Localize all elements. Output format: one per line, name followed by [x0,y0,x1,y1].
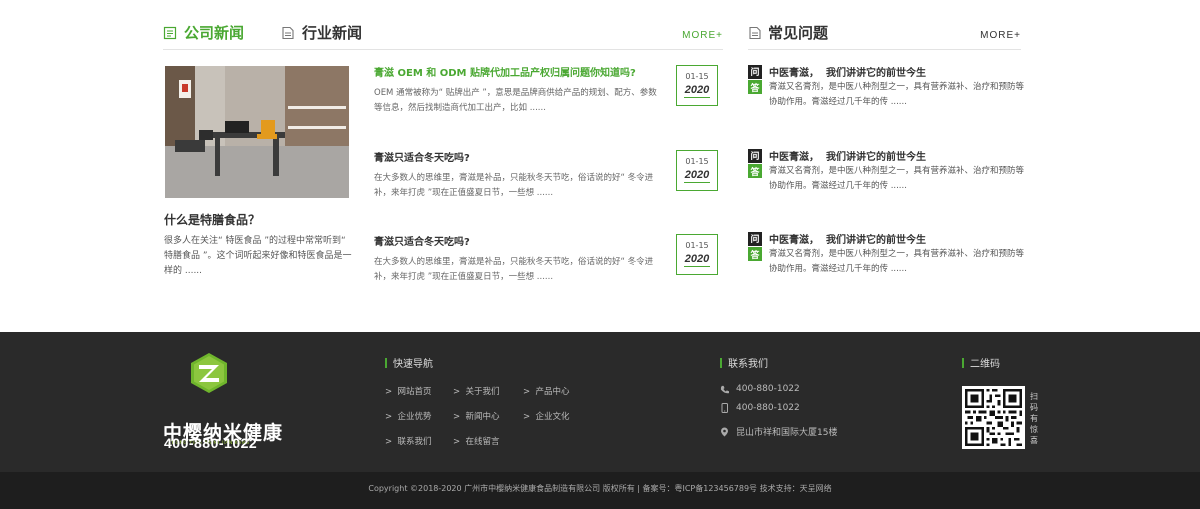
footer-nav-advantages[interactable]: > 企业优势 [385,410,432,422]
footer-nav-contact[interactable]: > 联系我们 [385,435,432,447]
mobile-icon [721,403,728,413]
faq-question[interactable]: 中医膏滋， 我们讲讲它的前世今生 [769,148,926,163]
contact-heading: 联系我们 [720,355,768,370]
contact-title: 联系我们 [728,359,768,370]
tab-industry-news-label: 行业新闻 [302,24,363,42]
date-year: 2020 [677,169,717,183]
nav-label: 网站首页 [397,387,432,397]
nav-label: 产品中心 [535,387,570,397]
footer-nav-home[interactable]: > 网站首页 [385,385,432,397]
contact-phone-1-text: 400-880-1022 [736,384,800,394]
faq-item[interactable]: 问 中医膏滋， 我们讲讲它的前世今生 答 膏滋又名膏剂，是中医八种剂型之一，具有… [748,148,1025,218]
phone-icon [720,385,729,393]
qr-title: 二维码 [970,359,1000,370]
date-month-day: 01-15 [685,241,709,250]
tab-industry-news[interactable]: 行业新闻 [281,22,362,43]
nav-label: 企业文化 [535,412,570,422]
news-list-item[interactable]: 膏滋 OEM 和 ODM 贴牌代加工品产权归属问题你知道吗? OEM 通常被称为… [374,64,719,124]
answer-badge: 答 [748,80,762,94]
faq-title: 常见问题 [768,24,829,42]
document-icon [749,26,761,39]
heading-bar [385,357,387,368]
date-month-day: 01-15 [685,157,709,166]
contact-phone-2-text: 400-880-1022 [736,403,800,413]
faq-title-wrap: 常见问题 [748,22,828,43]
answer-badge: 答 [748,164,762,178]
hotline-number: 400-880-1022 [164,435,258,451]
faq-header: 常见问题 MORE+ [748,22,1021,50]
question-badge: 问 [748,64,762,79]
faq-answer: 膏滋又名膏剂，是中医八种剂型之一，具有营养滋补、治疗和预防等协助作用。膏滋经过几… [769,82,1025,107]
copyright-text: Copyright ©2018-2020 广州市中樱纳米健康食品制造有限公司 版… [368,484,832,493]
qr-code-icon [965,389,1022,446]
office-photo [165,66,349,198]
faq-answer: 膏滋又名膏剂，是中医八种剂型之一，具有营养滋补、治疗和预防等协助作用。膏滋经过几… [769,166,1025,191]
news-item-summary: OEM 通常被称为“ 贴牌出产 ”，意思是品牌商供给产品的规划、配方、参数等信息… [374,88,657,113]
footer-nav-products[interactable]: > 产品中心 [523,385,570,397]
date-year: 2020 [677,84,717,98]
news-item-title[interactable]: 膏滋只适合冬天吃吗? [374,233,470,248]
faq-answer: 膏滋又名膏剂，是中医八种剂型之一，具有营养滋补、治疗和预防等协助作用。膏滋经过几… [769,249,1025,274]
footer-nav-about[interactable]: > 关于我们 [453,385,500,397]
footer-nav-culture[interactable]: > 企业文化 [523,410,570,422]
quick-nav-heading: 快速导航 [385,355,433,370]
tab-company-news[interactable]: 公司新闻 [163,22,244,43]
news-item-date: 01-15 2020 [676,150,718,191]
copyright-bar: Copyright ©2018-2020 广州市中樱纳米健康食品制造有限公司 版… [0,472,1200,509]
featured-news-summary: 很多人在关注“ 特医食品 ”的过程中常常听到“ 特膳食品 ”。这个词听起来好像和… [164,236,352,276]
faq-item[interactable]: 问 中医膏滋， 我们讲讲它的前世今生 答 膏滋又名膏剂，是中医八种剂型之一，具有… [748,64,1025,134]
document-icon [163,26,177,39]
news-item-summary: 在大多数人的思维里，膏滋是补品，只能秋冬天节吃，俗话说的好“ 冬令进补，来年打虎… [374,173,654,198]
qr-code [962,386,1025,449]
tab-company-news-label: 公司新闻 [184,24,245,42]
heading-bar [720,357,722,368]
news-list-item[interactable]: 膏滋只适合冬天吃吗? 在大多数人的思维里，膏滋是补品，只能秋冬天节吃，俗话说的好… [374,233,719,293]
faq-question-row[interactable]: 问 中医膏滋， 我们讲讲它的前世今生 [748,148,926,163]
question-badge: 问 [748,231,762,246]
document-icon [282,26,294,39]
news-section: 公司新闻 行业新闻 MORE+ 什么是特膳食品？ 很多人在关注“ 特医食品 ”的… [0,0,1200,332]
qr-heading: 二维码 [962,355,1000,370]
news-item-date: 01-15 2020 [676,234,718,275]
news-item-date: 01-15 2020 [676,65,718,106]
news-item-summary: 在大多数人的思维里，膏滋是补品，只能秋冬天节吃，俗话说的好“ 冬令进补，来年打虎… [374,257,654,282]
qr-note: 扫码有惊喜 [1030,392,1038,445]
heading-bar [962,357,964,368]
nav-label: 新闻中心 [465,412,500,422]
date-month-day: 01-15 [685,72,709,81]
footer-nav-message[interactable]: > 在线留言 [453,435,500,447]
news-more-link[interactable]: MORE+ [682,30,723,41]
site-footer: 中樱纳米健康 ZHONG YING NA MI JIAN KANG 400-88… [0,332,1200,472]
date-year: 2020 [677,253,717,267]
contact-address-text: 昆山市祥和国际大厦15楼 [736,428,838,438]
faq-question-row[interactable]: 问 中医膏滋， 我们讲讲它的前世今生 [748,64,926,79]
faq-question[interactable]: 中医膏滋， 我们讲讲它的前世今生 [769,231,926,246]
nav-label: 关于我们 [465,387,500,397]
news-item-title[interactable]: 膏滋只适合冬天吃吗? [374,149,470,164]
nav-label: 联系我们 [397,437,432,447]
question-badge: 问 [748,148,762,163]
footer-nav-news[interactable]: > 新闻中心 [453,410,500,422]
z-hexagon-logo-icon [191,353,227,393]
featured-news-image[interactable] [165,66,349,198]
news-list-item[interactable]: 膏滋只适合冬天吃吗? 在大多数人的思维里，膏滋是补品，只能秋冬天节吃，俗话说的好… [374,149,719,209]
news-item-title[interactable]: 膏滋 OEM 和 ODM 贴牌代加工品产权归属问题你知道吗? [374,64,636,79]
location-pin-icon [721,427,728,436]
contact-phone-2: 400-880-1022 [720,403,800,413]
nav-label: 在线留言 [465,437,500,447]
contact-phone-1: 400-880-1022 [720,384,800,394]
faq-item[interactable]: 问 中医膏滋， 我们讲讲它的前世今生 答 膏滋又名膏剂，是中医八种剂型之一，具有… [748,231,1025,301]
faq-question[interactable]: 中医膏滋， 我们讲讲它的前世今生 [769,64,926,79]
answer-badge: 答 [748,247,762,261]
quick-nav-title: 快速导航 [393,359,433,370]
faq-more-link[interactable]: MORE+ [980,30,1021,41]
nav-label: 企业优势 [397,412,432,422]
contact-address: 昆山市祥和国际大厦15楼 [720,425,837,438]
news-tabs: 公司新闻 行业新闻 MORE+ [163,22,723,50]
faq-question-row[interactable]: 问 中医膏滋， 我们讲讲它的前世今生 [748,231,926,246]
featured-news-title[interactable]: 什么是特膳食品？ [164,211,260,228]
